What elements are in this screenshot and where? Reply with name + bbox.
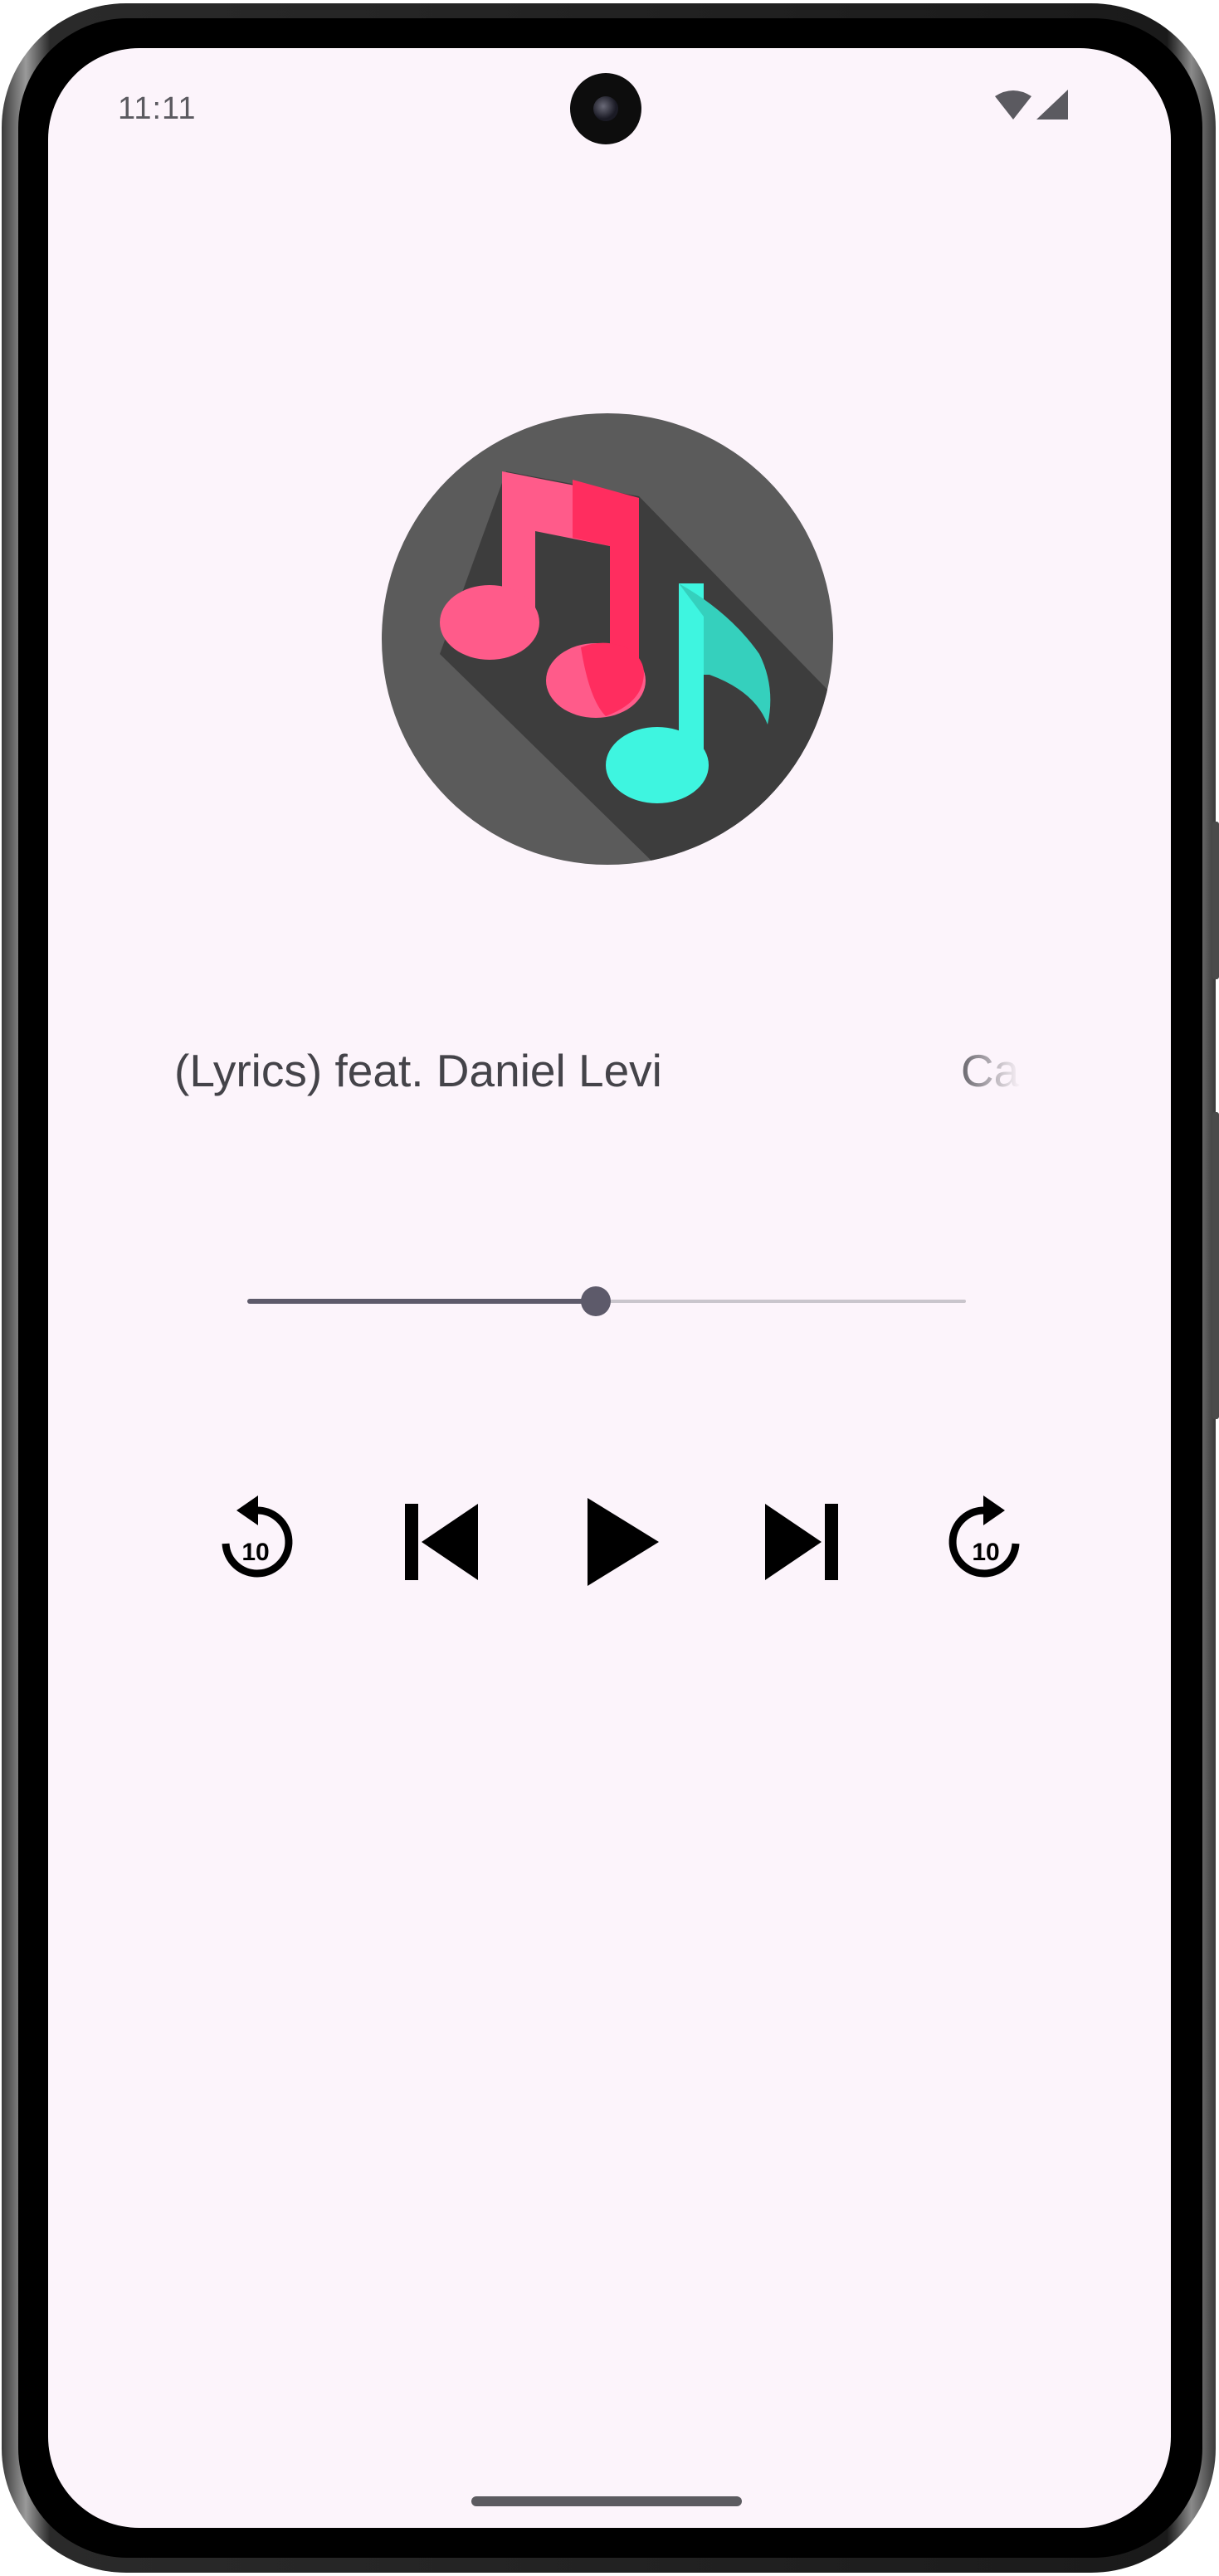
forward-10-icon: 10 <box>948 1495 1020 1578</box>
album-art <box>382 413 833 865</box>
play-icon <box>588 1498 659 1586</box>
wifi-icon <box>995 90 1031 124</box>
track-title-marquee: (Lyrics) feat. Daniel Levi Ca <box>174 1044 1046 1110</box>
replay-10-button[interactable]: 10 <box>197 1484 314 1600</box>
seek-track-active <box>247 1299 596 1304</box>
seek-thumb[interactable] <box>581 1286 611 1316</box>
music-notes-icon <box>382 413 833 865</box>
cell-signal-icon <box>1036 90 1068 124</box>
seek-slider[interactable] <box>247 1276 966 1326</box>
play-button[interactable] <box>563 1484 679 1600</box>
status-icons <box>995 90 1068 124</box>
svg-text:10: 10 <box>241 1539 269 1566</box>
playback-controls: 10 10 <box>197 1484 1027 1600</box>
replay-10-icon: 10 <box>222 1495 293 1578</box>
phone-frame: 11:11 (Lyrics) feat. Daniel Levi 10 10 <box>0 0 1219 2576</box>
skip-next-icon <box>765 1504 838 1580</box>
forward-10-button[interactable]: 10 <box>928 1484 1044 1600</box>
svg-text:10: 10 <box>972 1539 999 1566</box>
front-camera <box>570 73 641 144</box>
screen: 11:11 (Lyrics) feat. Daniel Levi 10 10 <box>48 48 1171 2528</box>
skip-previous-button[interactable] <box>382 1484 498 1600</box>
skip-next-button[interactable] <box>745 1484 861 1600</box>
volume-button <box>1212 822 1219 979</box>
power-button <box>1212 1112 1219 1419</box>
status-time: 11:11 <box>118 91 197 126</box>
title-fade <box>946 1044 1046 1110</box>
skip-previous-icon <box>405 1504 478 1580</box>
home-indicator[interactable] <box>471 2496 742 2506</box>
track-title: (Lyrics) feat. Daniel Levi <box>174 1045 662 1096</box>
